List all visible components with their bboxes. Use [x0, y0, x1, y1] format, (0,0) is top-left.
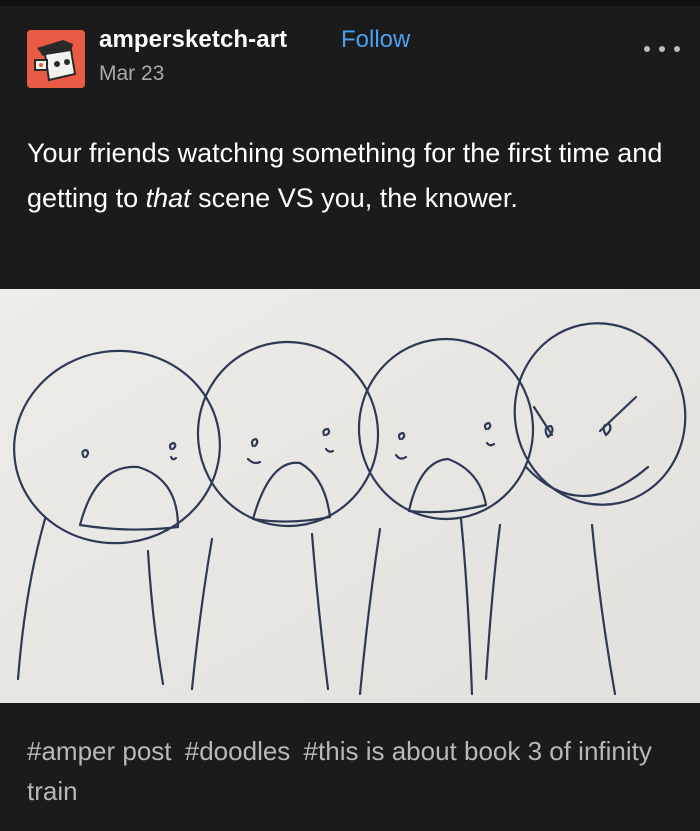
- avatar[interactable]: [27, 30, 85, 88]
- post-tags: #amper post #doodles #this is about book…: [27, 731, 677, 811]
- tag-link[interactable]: #amper post: [27, 736, 172, 766]
- ellipsis-icon[interactable]: [640, 36, 684, 60]
- tag-link[interactable]: #doodles: [185, 736, 291, 766]
- dot: [674, 46, 680, 52]
- dot: [644, 46, 650, 52]
- follow-button[interactable]: Follow: [341, 26, 410, 54]
- dot: [659, 46, 665, 52]
- doodle-drawing: [0, 289, 700, 703]
- avatar-icon: [27, 30, 85, 88]
- post-header: ampersketch-art Follow Mar 23: [0, 6, 700, 106]
- caption-emphasis: that: [145, 183, 191, 213]
- post-image[interactable]: [0, 289, 700, 703]
- caption-text-2: scene VS you, the knower.: [190, 183, 518, 213]
- post-date: Mar 23: [99, 62, 165, 85]
- username-link[interactable]: ampersketch-art: [99, 26, 287, 54]
- post-caption: Your friends watching something for the …: [27, 131, 677, 221]
